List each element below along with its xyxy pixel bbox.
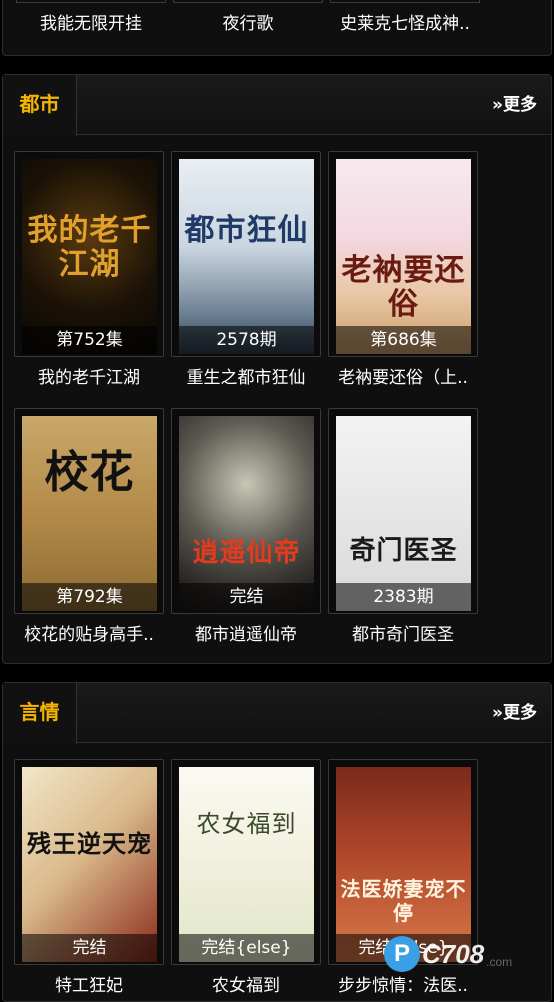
- site-watermark: P C708 .com: [384, 934, 512, 974]
- book-cover-image[interactable]: 都市狂仙 2578期: [179, 159, 314, 354]
- book-card[interactable]: 都市狂仙 2578期 重生之都市狂仙: [171, 151, 321, 391]
- more-link[interactable]: »更多: [492, 683, 537, 743]
- episode-badge: 2578期: [179, 326, 314, 354]
- previous-section: 我能无限开挂 夜行歌 史莱克七怪成神..: [2, 0, 552, 56]
- cover-frame: 都市狂仙 2578期: [171, 151, 321, 357]
- cover-frame: 奇门医圣 2383期: [328, 408, 478, 614]
- section-header: 言情 »更多: [3, 683, 551, 744]
- cover-text: 都市狂仙: [184, 213, 309, 248]
- cover-frame: 残王逆天宠 完结: [14, 759, 164, 965]
- book-title[interactable]: 老衲要还俗（上..: [328, 363, 478, 388]
- more-link[interactable]: »更多: [492, 75, 537, 135]
- episode-badge: 第752集: [22, 326, 157, 354]
- section-title[interactable]: 都市: [3, 75, 77, 136]
- episode-badge: 完结: [22, 934, 157, 962]
- book-title[interactable]: 都市奇门医圣: [328, 620, 478, 645]
- cover-text: 老衲要还俗: [341, 253, 466, 322]
- cover-text: 农女福到: [196, 810, 297, 838]
- watermark-logo-icon: P: [384, 936, 420, 972]
- episode-badge: 完结{else}: [179, 934, 314, 962]
- book-cover-image[interactable]: 残王逆天宠 完结: [22, 767, 157, 962]
- cover-text: 奇门医圣: [349, 536, 458, 566]
- cover-frame: 校花 第792集: [14, 408, 164, 614]
- cover-frame: 我的老千江湖 第752集: [14, 151, 164, 357]
- book-cover-image[interactable]: 我的老千江湖 第752集: [22, 159, 157, 354]
- watermark-text: C708: [422, 938, 485, 969]
- book-title[interactable]: 校花的贴身高手..: [14, 620, 164, 645]
- book-title[interactable]: 重生之都市狂仙: [171, 363, 321, 388]
- book-cover-image[interactable]: 校花 第792集: [22, 416, 157, 611]
- book-card[interactable]: 我的老千江湖 第752集 我的老千江湖: [14, 151, 164, 391]
- watermark-suffix: .com: [486, 955, 513, 969]
- cover-frame: 农女福到 完结{else}: [171, 759, 321, 965]
- book-cover-image[interactable]: 农女福到 完结{else}: [179, 767, 314, 962]
- book-title[interactable]: 步步惊情：法医..: [328, 971, 478, 996]
- book-title[interactable]: 特工狂妃: [14, 971, 164, 996]
- book-title[interactable]: 我能无限开挂: [16, 9, 166, 34]
- book-card[interactable]: 残王逆天宠 完结 特工狂妃: [14, 759, 164, 999]
- book-title[interactable]: 史莱克七怪成神..: [330, 9, 480, 34]
- book-card[interactable]: 逍遥仙帝 完结 都市逍遥仙帝: [171, 408, 321, 648]
- cover-text: 校花: [44, 447, 135, 498]
- cover-frame: 老衲要还俗 第686集: [328, 151, 478, 357]
- book-title[interactable]: 农女福到: [171, 971, 321, 996]
- book-card[interactable]: 校花 第792集 校花的贴身高手..: [14, 408, 164, 648]
- episode-badge: 2383期: [336, 583, 471, 611]
- book-card[interactable]: 农女福到 完结{else} 农女福到: [171, 759, 321, 999]
- book-cover-image[interactable]: 老衲要还俗 第686集: [336, 159, 471, 354]
- cover-text: 法医娇妻宠不停: [340, 877, 467, 925]
- book-cover-image[interactable]: 法医娇妻宠不停 完结{else}: [336, 767, 471, 962]
- episode-badge: 第686集: [336, 326, 471, 354]
- book-card[interactable]: 奇门医圣 2383期 都市奇门医圣: [328, 408, 478, 648]
- book-title[interactable]: 夜行歌: [173, 9, 323, 34]
- episode-badge: 第792集: [22, 583, 157, 611]
- book-title[interactable]: 我的老千江湖: [14, 363, 164, 388]
- book-cover-frame[interactable]: [330, 0, 480, 3]
- section-title[interactable]: 言情: [3, 683, 77, 744]
- cover-text: 逍遥仙帝: [192, 538, 301, 568]
- book-card[interactable]: 老衲要还俗 第686集 老衲要还俗（上..: [328, 151, 478, 391]
- book-cover-image[interactable]: 逍遥仙帝 完结: [179, 416, 314, 611]
- book-cover-frame[interactable]: [16, 0, 166, 3]
- section-dushi: 都市 »更多 我的老千江湖 第752集 我的老千江湖 都市狂仙 2578期 重生…: [2, 74, 552, 664]
- book-title[interactable]: 都市逍遥仙帝: [171, 620, 321, 645]
- book-cover-image[interactable]: 奇门医圣 2383期: [336, 416, 471, 611]
- episode-badge: 完结: [179, 583, 314, 611]
- cover-frame: 逍遥仙帝 完结: [171, 408, 321, 614]
- book-cover-frame[interactable]: [173, 0, 323, 3]
- cover-text: 残王逆天宠: [27, 829, 152, 858]
- section-header: 都市 »更多: [3, 75, 551, 136]
- cover-text: 我的老千江湖: [27, 213, 152, 282]
